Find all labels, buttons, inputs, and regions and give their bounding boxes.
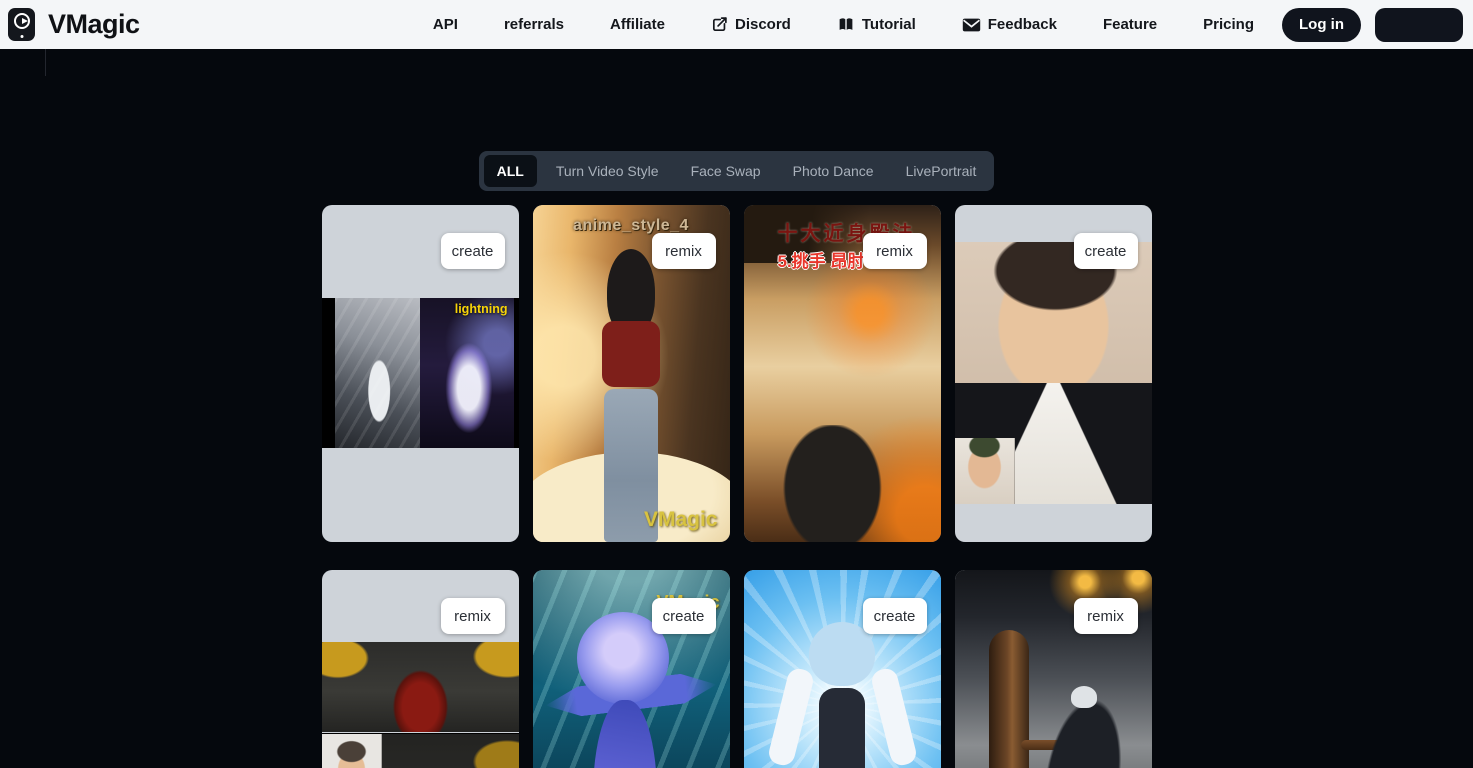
nav-item-tutorial[interactable]: Tutorial (837, 16, 916, 33)
gallery-card-kungfu[interactable]: 十大近身殿法 5.挑手 昂肘 remix (744, 205, 941, 542)
video-thumbnail[interactable] (955, 242, 1152, 504)
thumbnail-source-dancer (335, 298, 420, 448)
overlay-caption-subtitle: 5.挑手 昂肘 (778, 247, 865, 272)
create-button[interactable]: create (652, 598, 716, 634)
create-button[interactable]: create (863, 598, 927, 634)
thumbnail-art (819, 688, 865, 768)
thumbnail-stylized-dancer: lightning (420, 298, 514, 448)
top-navigation-bar: VMagic API referrals Affiliate Discord (0, 0, 1473, 49)
header-divider-artifact (45, 49, 46, 76)
create-button[interactable]: create (441, 233, 505, 269)
source-face-inset (322, 734, 382, 768)
tab-face-swap[interactable]: Face Swap (678, 155, 774, 187)
open-book-icon (837, 16, 855, 33)
external-link-icon (711, 16, 728, 33)
gallery-grid: lightning create anime_style_4 VMagic re… (322, 205, 1152, 768)
nav-item-discord[interactable]: Discord (711, 16, 791, 33)
thumbnail-art (766, 666, 815, 767)
play-circle-icon (14, 13, 30, 29)
vmagic-watermark: VMagic (644, 508, 718, 532)
nav-item-pricing[interactable]: Pricing (1203, 16, 1254, 33)
gallery-card-ironman-swap[interactable]: remix (322, 570, 519, 768)
gallery-card-photo-dance-lightning[interactable]: lightning create (322, 205, 519, 542)
remix-button[interactable]: remix (863, 233, 927, 269)
nav-item-feature[interactable]: Feature (1103, 16, 1157, 33)
remix-button[interactable]: remix (441, 598, 505, 634)
gallery-card-blue-anime-girl[interactable]: create (744, 570, 941, 768)
nav-item-api[interactable]: API (433, 16, 458, 33)
video-thumbnail[interactable] (322, 642, 519, 732)
category-tabbar: ALL Turn Video Style Face Swap Photo Dan… (479, 151, 995, 191)
brand-name[interactable]: VMagic (48, 9, 140, 40)
blank-dark-button[interactable] (1375, 8, 1463, 42)
gallery-card-face-swap[interactable]: create (955, 205, 1152, 542)
gallery-card-anime-style[interactable]: anime_style_4 VMagic remix (533, 205, 730, 542)
envelope-icon (962, 17, 981, 33)
tab-liveportrait[interactable]: LivePortrait (893, 155, 990, 187)
remix-button[interactable]: remix (652, 233, 716, 269)
log-in-button[interactable]: Log in (1282, 8, 1361, 42)
nav-item-affiliate[interactable]: Affiliate (610, 16, 665, 33)
overlay-label: lightning (455, 302, 508, 316)
thumbnail-art (1071, 686, 1097, 708)
nav-item-referrals[interactable]: referrals (504, 16, 564, 33)
main-nav: API referrals Affiliate Discord (433, 16, 1254, 33)
gallery-page: ALL Turn Video Style Face Swap Photo Dan… (0, 151, 1473, 768)
tab-all[interactable]: ALL (484, 155, 537, 187)
thumbnail-art (322, 642, 519, 732)
thumbnail-art (602, 321, 660, 387)
vmagic-logo-icon[interactable] (8, 8, 35, 41)
gallery-card-underwater[interactable]: VMagic create (533, 570, 730, 768)
home-dot (20, 35, 23, 38)
thumbnail-art (869, 666, 918, 767)
gallery-card-dojo[interactable]: remix (955, 570, 1152, 768)
video-thumbnail[interactable] (322, 733, 519, 768)
remix-button[interactable]: remix (1074, 598, 1138, 634)
tab-photo-dance[interactable]: Photo Dance (780, 155, 887, 187)
create-button[interactable]: create (1074, 233, 1138, 269)
nav-item-feedback[interactable]: Feedback (962, 16, 1057, 33)
tab-turn-video-style[interactable]: Turn Video Style (543, 155, 672, 187)
source-face-inset (955, 438, 1015, 504)
video-thumbnail[interactable]: lightning (322, 298, 519, 448)
